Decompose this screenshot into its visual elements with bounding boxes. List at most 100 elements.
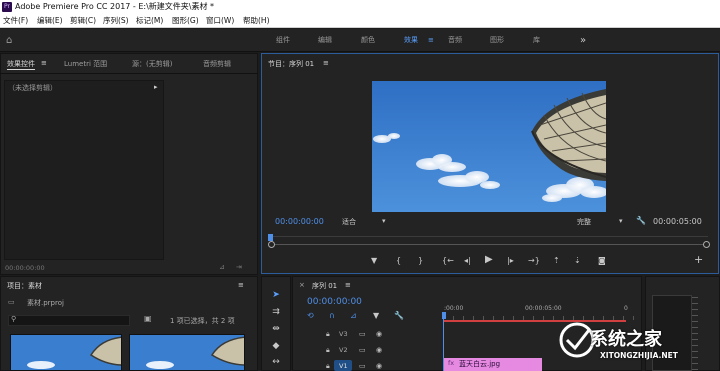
workspace-menu-icon[interactable]: ≡ <box>428 29 434 52</box>
window-title: Adobe Premiere Pro CC 2017 - E:\新建文件夹\素材… <box>15 2 215 11</box>
sequence-tab[interactable]: 序列 01 <box>312 281 337 291</box>
folder-icon: ▭ <box>8 298 15 306</box>
slip-tool-icon[interactable]: ↔ <box>270 356 282 368</box>
thumbnail-sky-1[interactable] <box>10 334 122 371</box>
program-duration-timecode: 00:00:05:00 <box>653 217 702 226</box>
export-frame-icon[interactable]: ⇥ <box>236 263 242 271</box>
sync-lock-icon[interactable]: ▭ <box>359 330 366 338</box>
sync-lock-icon[interactable]: ▭ <box>359 346 366 354</box>
tab-effect-controls[interactable]: 效果控件 <box>7 59 35 70</box>
snap-icon[interactable]: ∩ <box>329 311 335 320</box>
ripple-edit-tool-icon[interactable]: ⇹ <box>270 323 282 335</box>
eye-icon[interactable]: ◉ <box>376 346 382 354</box>
home-icon[interactable]: ⌂ <box>6 29 12 52</box>
fit-dropdown[interactable]: 适合 <box>342 217 356 227</box>
close-icon[interactable]: × <box>299 281 305 289</box>
eye-icon[interactable]: ◉ <box>376 330 382 338</box>
watermark-url: XITONGZHIJIA.NET <box>600 351 678 360</box>
settings-wrench-icon[interactable]: 🔧 <box>636 216 646 225</box>
add-marker-icon[interactable]: ▼ <box>371 256 377 265</box>
selection-status: 1 项已选择，共 2 项 <box>170 317 235 325</box>
no-clip-selected-label: （未选择剪辑） <box>8 84 57 92</box>
filter-icon[interactable]: ⊿ <box>219 263 225 271</box>
menu-help[interactable]: 帮助(H) <box>243 14 270 28</box>
sync-lock-icon[interactable]: ▭ <box>359 362 366 370</box>
track-v3-label[interactable]: V3 <box>339 330 348 338</box>
quality-dropdown[interactable]: 完整 <box>577 217 591 227</box>
project-search-input[interactable] <box>8 315 130 326</box>
linked-selection-icon[interactable]: ⊿ <box>350 311 357 320</box>
track-v2-label[interactable]: V2 <box>339 346 348 354</box>
menu-edit[interactable]: 编辑(E) <box>37 14 63 28</box>
go-to-out-icon[interactable]: →} <box>528 256 540 265</box>
ruler-5s-label: 00:00:05:00 <box>525 305 562 312</box>
workspace-tab-effects[interactable]: 效果 <box>404 29 418 52</box>
zoom-handle-right[interactable] <box>703 241 710 248</box>
workspace-tab-libraries[interactable]: 库 <box>533 29 540 52</box>
workspace-tab-editing[interactable]: 编辑 <box>318 29 332 52</box>
workspace-tab-graphics[interactable]: 图形 <box>490 29 504 52</box>
export-frame-camera-icon[interactable]: ◙ <box>598 256 606 265</box>
workspaces-overflow-icon[interactable]: » <box>580 29 586 52</box>
new-bin-icon[interactable]: ▣ <box>144 314 152 323</box>
extract-icon[interactable]: ⇣ <box>574 256 581 265</box>
workspace-tab-audio[interactable]: 音频 <box>448 29 462 52</box>
mark-out-icon[interactable]: } <box>418 256 423 265</box>
chevron-down-icon[interactable]: ▾ <box>382 217 386 225</box>
step-forward-icon[interactable]: |▸ <box>507 256 514 265</box>
zoom-handle-left[interactable] <box>268 241 275 248</box>
lock-icon[interactable]: 🔒︎ <box>326 362 330 371</box>
program-video-frame[interactable] <box>372 81 606 212</box>
thumbnail-sky-2[interactable] <box>129 334 245 371</box>
workspace-tab-color[interactable]: 颜色 <box>361 29 375 52</box>
tab-source[interactable]: 源：(无剪辑) <box>132 59 172 69</box>
timeline-menu-icon[interactable]: ≡ <box>345 281 351 289</box>
play-icon[interactable]: ▶ <box>485 254 493 265</box>
timeline-timecode[interactable]: 00:00:00:00 <box>307 297 362 307</box>
project-menu-icon[interactable]: ≡ <box>238 281 244 289</box>
go-to-in-icon[interactable]: {← <box>442 256 454 265</box>
mark-in-icon[interactable]: { <box>396 256 401 265</box>
chevron-down-icon[interactable]: ▾ <box>619 217 623 225</box>
watermark-brand: 系统之家 <box>590 329 662 350</box>
fx-badge-icon: fx <box>448 359 455 367</box>
project-file-name: 素材.prproj <box>27 299 64 307</box>
playhead[interactable] <box>268 234 273 241</box>
lock-icon[interactable]: 🔒︎ <box>326 330 330 339</box>
divider <box>0 73 258 74</box>
track-select-tool-icon[interactable]: ⇉ <box>270 306 282 318</box>
time-ruler-track <box>270 236 708 237</box>
zoom-scrollbar[interactable] <box>270 244 708 245</box>
program-monitor-menu-icon[interactable]: ≡ <box>323 59 329 67</box>
menu-marker[interactable]: 标记(M) <box>136 14 163 28</box>
menu-file[interactable]: 文件(F) <box>3 14 28 28</box>
eye-icon[interactable]: ◉ <box>376 362 382 370</box>
program-monitor-title: 节目：序列 01 <box>268 60 315 68</box>
menu-clip[interactable]: 剪辑(C) <box>70 14 96 28</box>
menu-sequence[interactable]: 序列(S) <box>103 14 129 28</box>
add-marker-icon[interactable]: ▼ <box>373 311 379 320</box>
effect-controls-menu-icon[interactable]: ≡ <box>41 59 47 67</box>
add-button-icon[interactable]: + <box>694 253 703 266</box>
expand-arrow-icon[interactable]: ▸ <box>154 83 158 91</box>
title-bar: Pr Adobe Premiere Pro CC 2017 - E:\新建文件夹… <box>0 0 720 14</box>
premiere-logo-icon: Pr <box>2 2 12 12</box>
selection-tool-icon[interactable]: ➤ <box>270 289 282 301</box>
timeline-settings-wrench-icon[interactable]: 🔧 <box>394 311 404 320</box>
razor-tool-icon[interactable]: ◆ <box>270 340 282 352</box>
track-v1-label[interactable]: V1 <box>339 362 348 370</box>
menu-graphics[interactable]: 图形(G) <box>172 14 199 28</box>
lift-icon[interactable]: ⇡ <box>553 256 560 265</box>
step-back-icon[interactable]: ◂| <box>464 256 471 265</box>
tab-lumetri-scopes[interactable]: Lumetri 范围 <box>64 59 107 69</box>
program-current-timecode[interactable]: 00:00:00:00 <box>275 217 324 226</box>
nest-icon[interactable]: ⟲ <box>307 311 314 320</box>
workspace-tab-assembly[interactable]: 组件 <box>276 29 290 52</box>
menu-window[interactable]: 窗口(W) <box>206 14 234 28</box>
ruler-start-label: :00:00 <box>444 305 464 312</box>
workspaces-bar: ⌂ 组件 编辑 颜色 效果 ≡ 音频 图形 库 » <box>0 29 720 52</box>
lock-icon[interactable]: 🔒︎ <box>326 346 330 355</box>
project-panel-title: 项目：素材 <box>7 282 42 290</box>
effect-controls-list <box>4 80 164 260</box>
tab-audio-clip-mixer[interactable]: 音频剪辑 <box>203 59 231 69</box>
